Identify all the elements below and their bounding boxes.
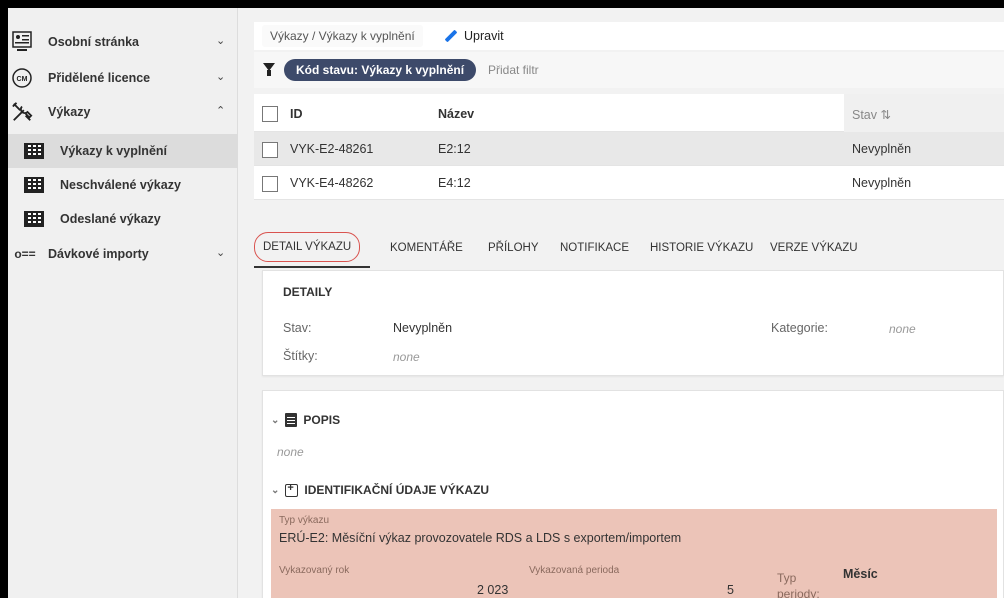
select-all-checkbox[interactable] <box>262 106 278 122</box>
kategorie-value: none <box>889 322 916 336</box>
tab-historie-vykazu[interactable]: HISTORIE VÝKAZU <box>650 242 753 254</box>
stitky-label: Štítky: <box>283 349 318 363</box>
row-status: Nevyplněn <box>852 142 912 156</box>
popis-section-header[interactable]: ⌄ POPIS <box>271 413 340 427</box>
chevron-down-icon: ⌄ <box>271 484 280 496</box>
perioda-value: 5 <box>727 583 734 597</box>
popis-value: none <box>277 445 304 459</box>
table-row[interactable]: VYK-E2-48261 E2:12 Nevyplněn <box>254 132 1004 166</box>
perioda-label: Vykazovaná perioda <box>529 565 620 576</box>
id-card-icon <box>285 482 299 497</box>
tab-notifikace[interactable]: NOTIFIKACE <box>560 242 629 254</box>
typ-periody-label-2: periody: <box>777 587 820 598</box>
row-name: E2:12 <box>438 142 471 156</box>
tools-icon <box>11 101 33 123</box>
sidebar-item-label: Dávkové importy <box>48 247 149 261</box>
rok-label: Vykazovaný rok <box>279 565 350 576</box>
column-header-status[interactable]: Stav ⇅ <box>852 107 891 122</box>
sidebar-subitem-odeslane-vykazy[interactable]: Odeslané výkazy <box>8 202 238 236</box>
window-top-border <box>0 0 1004 8</box>
kategorie-label: Kategorie: <box>771 321 828 335</box>
column-header-id[interactable]: ID <box>290 107 303 121</box>
identifikace-title: IDENTIFIKAČNÍ ÚDAJE VÝKAZU <box>304 483 490 497</box>
details-title: DETAILY <box>283 285 333 299</box>
chevron-down-icon: ⌄ <box>216 71 226 83</box>
row-checkbox[interactable] <box>262 142 278 158</box>
typ-periody-label: Typ <box>777 571 797 585</box>
batch-import-icon: o== <box>14 247 36 261</box>
sidebar: Osobní stránka ⌄ CM Přidělené licence ⌄ … <box>8 8 238 598</box>
tab-verze-vykazu[interactable]: VERZE VÝKAZU <box>770 242 858 254</box>
table-header-row: ID Název Stav ⇅ <box>254 94 1004 132</box>
tab-prilohy[interactable]: PŘÍLOHY <box>488 242 539 254</box>
details-card: DETAILY Stav: Nevyplněn Štítky: none Kat… <box>262 270 1004 376</box>
pencil-icon <box>444 29 458 43</box>
detail-tabs: DETAIL VÝKAZU KOMENTÁŘE PŘÍLOHY NOTIFIKA… <box>254 226 1004 270</box>
filter-icon[interactable] <box>263 63 275 76</box>
sidebar-subitem-neschvalene-vykazy[interactable]: Neschválené výkazy <box>8 168 238 202</box>
sidebar-subitem-vykazy-k-vyplneni[interactable]: Výkazy k vyplnění <box>8 134 238 168</box>
edit-button[interactable]: Upravit <box>444 29 504 43</box>
chevron-down-icon: ⌄ <box>216 35 226 47</box>
tab-komentare[interactable]: KOMENTÁŘE <box>390 242 463 254</box>
document-icon <box>285 413 298 427</box>
stav-value: Nevyplněn <box>393 321 453 335</box>
table-icon <box>24 211 44 228</box>
row-status: Nevyplněn <box>852 176 912 190</box>
active-tab-indicator <box>254 266 370 268</box>
popis-title: POPIS <box>303 413 341 427</box>
sidebar-subitem-label: Odeslané výkazy <box>60 212 161 226</box>
profile-icon <box>11 31 33 53</box>
stav-label: Stav: <box>283 321 312 335</box>
sidebar-item-vykazy[interactable]: Výkazy ⌃ <box>8 94 238 130</box>
row-id: VYK-E2-48261 <box>290 142 374 156</box>
breadcrumb[interactable]: Výkazy / Výkazy k vyplnění <box>262 25 423 47</box>
identifikace-section-header[interactable]: ⌄ IDENTIFIKAČNÍ ÚDAJE VÝKAZU <box>271 482 490 498</box>
chevron-down-icon: ⌄ <box>216 247 226 259</box>
stitky-value: none <box>393 350 420 364</box>
typ-vykazu-field: Typ výkazu ERÚ-E2: Měsíční výkaz provozo… <box>271 509 997 557</box>
typ-periody-value: Měsíc <box>843 567 878 581</box>
sidebar-item-label: Přidělené licence <box>48 71 151 85</box>
tab-detail-vykazu[interactable]: DETAIL VÝKAZU <box>254 232 361 262</box>
edit-button-label: Upravit <box>464 29 504 43</box>
column-header-name[interactable]: Název <box>438 107 474 121</box>
typ-vykazu-label: Typ výkazu <box>279 515 330 526</box>
license-badge-icon: CM <box>11 67 33 89</box>
row-name: E4:12 <box>438 176 471 190</box>
sidebar-item-label: Osobní stránka <box>48 35 139 49</box>
sidebar-item-label: Výkazy <box>48 105 91 119</box>
row-id: VYK-E4-48262 <box>290 176 374 190</box>
row-checkbox[interactable] <box>262 176 278 192</box>
sidebar-item-pridelene-licence[interactable]: CM Přidělené licence ⌄ <box>8 60 238 96</box>
chevron-down-icon: ⌄ <box>271 414 280 426</box>
license-badge-text: CM <box>17 76 28 83</box>
sidebar-subitem-label: Výkazy k vyplnění <box>60 144 168 158</box>
header-bar: Výkazy / Výkazy k vyplnění Upravit <box>254 22 1004 50</box>
table-row[interactable]: VYK-E4-48262 E4:12 Nevyplněn <box>254 166 1004 200</box>
period-fields: Vykazovaný rok 2 023 Vykazovaná perioda … <box>271 557 997 598</box>
typ-vykazu-value: ERÚ-E2: Měsíční výkaz provozovatele RDS … <box>279 531 682 545</box>
table-icon <box>24 177 44 194</box>
filter-chip[interactable]: Kód stavu: Výkazy k vyplnění <box>284 59 477 81</box>
chevron-up-icon: ⌃ <box>216 105 226 117</box>
main-content: Výkazy / Výkazy k vyplnění Upravit Kód s… <box>246 8 1004 598</box>
sidebar-item-davkove-importy[interactable]: o== Dávkové importy ⌄ <box>8 236 238 272</box>
sidebar-item-osobni-stranka[interactable]: Osobní stránka ⌄ <box>8 24 238 60</box>
window-left-border <box>0 0 8 598</box>
sidebar-subitem-label: Neschválené výkazy <box>60 178 181 192</box>
add-filter-link[interactable]: Přidat filtr <box>488 63 539 77</box>
filter-bar: Kód stavu: Výkazy k vyplnění Přidat filt… <box>254 52 1004 88</box>
popis-card: ⌄ POPIS none ⌄ IDENTIFIKAČNÍ ÚDAJE VÝKAZ… <box>262 390 1004 598</box>
reports-table: ID Název Stav ⇅ VYK-E2-48261 E2:12 Nevyp… <box>254 94 1004 200</box>
rok-value: 2 023 <box>477 583 509 597</box>
table-icon <box>24 143 44 160</box>
